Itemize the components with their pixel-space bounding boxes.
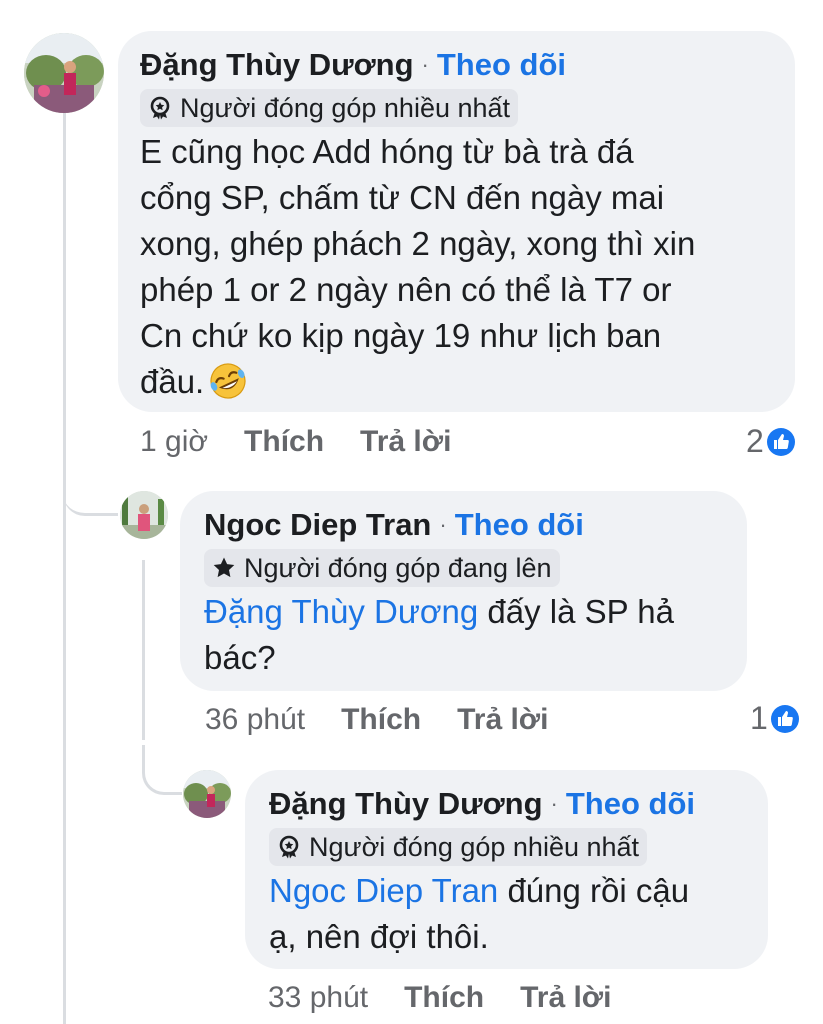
comment-text: Đặng Thùy Dương đấy là SP hả bác? [204, 589, 725, 681]
follow-link[interactable]: Theo dõi [437, 45, 566, 85]
comment-actions-3: 33 phút Thích Trả lời [268, 978, 647, 1018]
avatar-dang-thuy-duong[interactable] [183, 770, 231, 818]
badge-label: Người đóng góp nhiều nhất [180, 92, 511, 123]
badge-label: Người đóng góp nhiều nhất [309, 831, 640, 862]
comment-text: Ngoc Diep Tran đúng rồi cậu ạ, nên đợi t… [269, 868, 746, 960]
comment-text-line: Đặng Thùy Dương đấy là SP hả [204, 589, 725, 635]
comment-header: Đặng Thùy Dương · Theo dõi [269, 784, 746, 824]
comment-header: Đặng Thùy Dương · Theo dõi [140, 45, 773, 85]
comment-text-line: phép 1 or 2 ngày nên có thể là T7 or [140, 271, 672, 308]
comment-timestamp[interactable]: 1 giờ [140, 422, 208, 462]
comment-text: E cũng học Add hóng từ bà trà đá cổng SP… [140, 129, 773, 405]
star-icon [212, 556, 236, 580]
like-button[interactable]: Thích [244, 422, 324, 462]
comment-text-line: cổng SP, chấm từ CN đến ngày mai [140, 179, 665, 216]
thread-connector-reply-2 [142, 745, 182, 795]
reaction-summary-2[interactable]: 1 [750, 700, 800, 737]
top-contributor-badge[interactable]: Người đóng góp nhiều nhất [269, 828, 648, 866]
thread-line-reply [142, 560, 145, 740]
follow-link[interactable]: Theo dõi [455, 505, 584, 545]
badge-label: Người đóng góp đang lên [244, 552, 552, 583]
comment-bubble-3: Đặng Thùy Dương · Theo dõi Người đóng gó… [245, 770, 768, 969]
mention-link[interactable]: Ngoc Diep Tran [269, 872, 498, 909]
separator-dot: · [421, 52, 429, 77]
comment-bubble-2: Ngoc Diep Tran · Theo dõi Người đóng góp… [180, 491, 747, 691]
comment-text-line: đầu. [140, 363, 205, 400]
top-contributor-badge[interactable]: Người đóng góp nhiều nhất [140, 89, 519, 127]
comment-actions-1: 1 giờ Thích Trả lời [140, 422, 487, 462]
mention-link[interactable]: Đặng Thùy Dương [204, 593, 478, 630]
like-reaction-icon [766, 427, 796, 457]
comment-timestamp[interactable]: 33 phút [268, 978, 368, 1018]
avatar-photo [120, 491, 168, 539]
like-button[interactable]: Thích [404, 978, 484, 1018]
thread-line-main [63, 112, 66, 1024]
reply-button[interactable]: Trả lời [457, 700, 548, 740]
comment-timestamp[interactable]: 36 phút [205, 700, 305, 740]
comment-text-line: E cũng học Add hóng từ bà trà đá [140, 133, 634, 170]
like-button[interactable]: Thích [341, 700, 421, 740]
comment-actions-2: 36 phút Thích Trả lời [205, 700, 584, 740]
thread-connector-reply-1 [63, 470, 118, 516]
author-name[interactable]: Đặng Thùy Dương [269, 784, 543, 824]
reply-button[interactable]: Trả lời [360, 422, 451, 462]
follow-link[interactable]: Theo dõi [566, 784, 695, 824]
comment-text-line: bác? [204, 639, 276, 676]
comment-bubble-1: Đặng Thùy Dương · Theo dõi Người đóng gó… [118, 31, 795, 412]
avatar-photo [183, 770, 231, 818]
rolling-on-floor-laughing-emoji [208, 361, 248, 401]
avatar-photo [24, 33, 104, 113]
author-name[interactable]: Ngoc Diep Tran [204, 505, 431, 545]
comment-header: Ngoc Diep Tran · Theo dõi [204, 505, 725, 545]
badge-ribbon-icon [277, 835, 301, 859]
author-name[interactable]: Đặng Thùy Dương [140, 45, 414, 85]
comment-text-line: Ngoc Diep Tran đúng rồi cậu [269, 868, 746, 914]
comment-text-line: Cn chứ ko kịp ngày 19 như lịch ban [140, 317, 662, 354]
reaction-count: 1 [750, 700, 768, 736]
separator-dot: · [439, 512, 447, 537]
comment-text-line: xong, ghép phách 2 ngày, xong thì xin [140, 225, 696, 262]
comment-text-line-last: đầu. [140, 359, 773, 405]
comment-text-span: đúng rồi cậu [498, 872, 690, 909]
avatar-dang-thuy-duong[interactable] [24, 33, 104, 113]
reaction-summary-1[interactable]: 2 [746, 423, 796, 460]
comment-text-line: ạ, nên đợi thôi. [269, 918, 489, 955]
reaction-count: 2 [746, 423, 764, 459]
rising-contributor-badge[interactable]: Người đóng góp đang lên [204, 549, 560, 587]
like-reaction-icon [770, 704, 800, 734]
reply-button[interactable]: Trả lời [520, 978, 611, 1018]
badge-ribbon-icon [148, 96, 172, 120]
comment-text-span: đấy là SP hả [478, 593, 674, 630]
separator-dot: · [550, 791, 558, 816]
avatar-ngoc-diep-tran[interactable] [120, 491, 168, 539]
